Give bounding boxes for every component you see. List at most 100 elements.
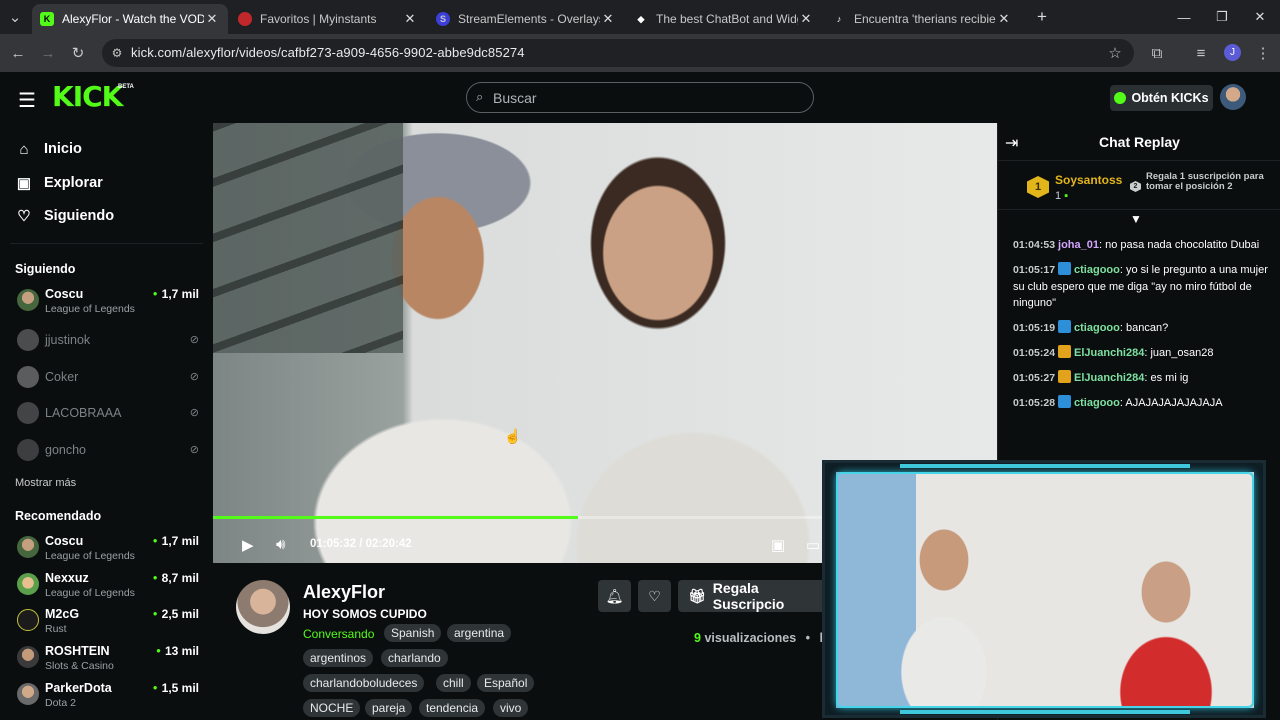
chat-message: 01:04:53 joha_01: no pasa nada chocolatit…: [1013, 239, 1260, 251]
recommended-channel[interactable]: ParkerDota Dota 2 1,5 mil: [15, 681, 205, 711]
new-tab-button[interactable]: +: [1022, 0, 1062, 34]
recommended-channel[interactable]: Nexxuz League of Legends 8,7 mil: [15, 571, 205, 601]
following-channel[interactable]: Coker ⊘: [15, 364, 205, 394]
recommended-channel[interactable]: Coscu League of Legends 1,7 mil: [15, 534, 205, 564]
tab-search-icon[interactable]: ⌄: [4, 6, 26, 28]
tab-title: Favoritos | Myinstants: [260, 12, 377, 26]
chat-timestamp: 01:05:17: [1013, 264, 1056, 276]
viewer-count: 1,5 mil: [153, 681, 199, 695]
following-channel[interactable]: goncho ⊘: [15, 437, 205, 467]
streamer-name[interactable]: AlexyFlor: [303, 582, 385, 603]
restore-button[interactable]: ❐: [1202, 0, 1242, 34]
avatar: [17, 289, 39, 311]
close-tab-icon[interactable]: ✕: [996, 11, 1012, 27]
kicks-coin-icon: [1114, 92, 1127, 104]
crown-badge-icon: [1058, 370, 1072, 383]
miniplayer-icon[interactable]: ▣: [771, 536, 785, 554]
minimize-button[interactable]: —: [1164, 0, 1204, 34]
hamburger-menu-icon[interactable]: ☰: [18, 88, 36, 113]
top-gifter-name[interactable]: Soysantoss: [1055, 173, 1122, 187]
browser-tab[interactable]: ◆ The best ChatBot and Widgets ✕: [626, 4, 822, 34]
recommended-channel[interactable]: M2cG Rust 2,5 mil: [15, 607, 205, 637]
search-placeholder: Buscar: [493, 90, 537, 106]
tag[interactable]: charlando: [381, 649, 448, 667]
chat-message: 01:05:24 ElJuanchi284: juan_osan28: [1013, 345, 1214, 359]
following-channel[interactable]: LACOBRAAA ⊘: [15, 400, 205, 430]
leaderboard-divider: [998, 209, 1280, 210]
sidebar-divider: [10, 243, 203, 244]
tag[interactable]: Spanish: [384, 624, 442, 642]
channel-name: ParkerDota: [45, 681, 112, 695]
tag[interactable]: Español: [477, 674, 535, 692]
back-icon[interactable]: ←: [7, 42, 29, 64]
time-display: 01:05:32 / 02:20:42: [310, 538, 412, 550]
avatar: [17, 439, 39, 461]
chat-text: no pasa nada chocolatito Dubai: [1105, 239, 1260, 251]
chat-username[interactable]: ctiagooo: [1074, 322, 1120, 334]
tag[interactable]: argentina: [447, 624, 512, 642]
browser-tab[interactable]: Favoritos | Myinstants ✕: [230, 4, 426, 34]
tag[interactable]: charlandoboludeces: [303, 674, 425, 692]
recommended-channel[interactable]: ROSHTEIN Slots & Casino 13 mil: [15, 644, 205, 674]
tag[interactable]: NOCHE: [303, 699, 361, 717]
follow-heart-button[interactable]: ♡: [638, 580, 671, 612]
chat-username[interactable]: joha_01: [1058, 239, 1099, 251]
chat-username[interactable]: ctiagooo: [1074, 397, 1120, 409]
extensions-icon[interactable]: ⧉: [1146, 42, 1168, 64]
tab-title: AlexyFlor - Watch the VOD on K: [62, 12, 204, 26]
close-tab-icon[interactable]: ✕: [402, 11, 418, 27]
reload-icon[interactable]: ↻: [67, 42, 89, 64]
chat-username[interactable]: ctiagooo: [1074, 264, 1120, 276]
close-window-button[interactable]: ✕: [1240, 0, 1280, 34]
close-tab-icon[interactable]: ✕: [600, 11, 616, 27]
following-channel[interactable]: jjustinok ⊘: [15, 327, 205, 357]
offline-icon: ⊘: [189, 334, 199, 346]
chat-title: Chat Replay: [1099, 134, 1180, 150]
bookmark-star-icon[interactable]: ☆: [1104, 42, 1126, 64]
theater-mode-icon[interactable]: ▭: [806, 536, 820, 554]
chat-username[interactable]: ElJuanchi284: [1074, 372, 1144, 384]
browser-tab-active[interactable]: K AlexyFlor - Watch the VOD on K ✕: [32, 4, 228, 34]
gift-sub-button[interactable]: 🎁︎ Regala Suscripcio: [678, 580, 828, 612]
play-icon[interactable]: ▶: [242, 536, 254, 554]
nav-browse[interactable]: ▣ Explorar: [16, 172, 103, 194]
browser-tab[interactable]: ♪ Encuentra 'therians recibiendo ✕: [824, 4, 1020, 34]
collapse-chat-icon[interactable]: ⇥: [1005, 133, 1018, 153]
kick-logo[interactable]: KICK: [52, 82, 123, 112]
volume-icon[interactable]: 🔊︎: [276, 536, 285, 553]
offline-icon: ⊘: [189, 444, 199, 456]
video-frame-window: [213, 123, 403, 353]
nav-home[interactable]: ⌂ Inicio: [16, 138, 81, 160]
forward-icon[interactable]: →: [37, 42, 59, 64]
stream-category[interactable]: Conversando: [303, 627, 374, 641]
duration: 02:20:42: [365, 538, 412, 550]
close-tab-icon[interactable]: ✕: [798, 11, 814, 27]
close-tab-icon[interactable]: ✕: [204, 11, 220, 27]
gift-icon: ▪: [1064, 190, 1069, 202]
following-channel[interactable]: Coscu League of Legends 1,7 mil: [15, 287, 205, 317]
nav-following[interactable]: ♡ Siguiendo: [16, 205, 114, 227]
time-separator: /: [359, 538, 363, 550]
menu-kebab-icon[interactable]: ⋮: [1252, 42, 1274, 64]
tag[interactable]: vivo: [493, 699, 529, 717]
channel-name: Coscu: [45, 287, 84, 301]
browser-tab[interactable]: S StreamElements - Overlays ✕: [428, 4, 624, 34]
streamer-avatar[interactable]: [236, 580, 290, 634]
show-more-link[interactable]: Mostrar más: [15, 477, 76, 489]
get-kicks-button[interactable]: Obtén KICKs: [1110, 85, 1213, 111]
pinned-expand-icon[interactable]: ▼: [1130, 212, 1142, 226]
channel-name: ROSHTEIN: [45, 644, 110, 658]
user-avatar[interactable]: [1220, 84, 1246, 110]
media-controls-icon[interactable]: ≡: [1190, 42, 1212, 64]
chat-text: bancan?: [1126, 322, 1169, 334]
url-text[interactable]: kick.com/alexyflor/videos/cafbf273-a909-…: [131, 45, 525, 60]
tag[interactable]: tendencia: [419, 699, 486, 717]
tag[interactable]: pareja: [365, 699, 413, 717]
tag[interactable]: argentinos: [303, 649, 374, 667]
site-info-icon[interactable]: ⚙: [106, 42, 128, 64]
chat-username[interactable]: ElJuanchi284: [1074, 347, 1144, 359]
profile-avatar[interactable]: J: [1224, 44, 1241, 61]
tag[interactable]: chill: [436, 674, 471, 692]
avatar: [17, 646, 39, 668]
notification-bell-button[interactable]: 🔔︎: [598, 580, 631, 612]
